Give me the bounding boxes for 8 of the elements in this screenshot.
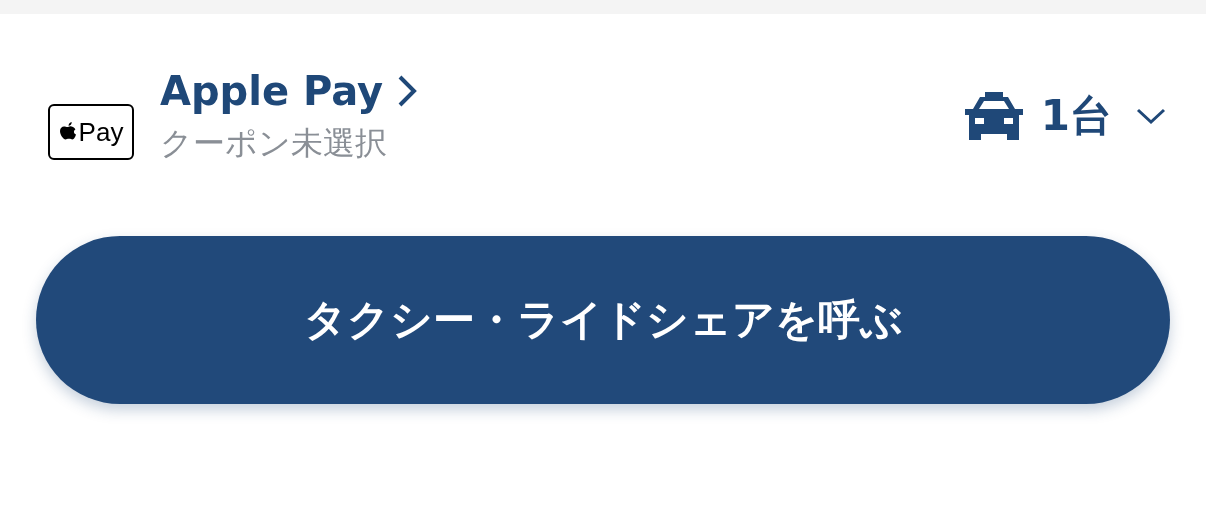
apple-icon bbox=[58, 121, 77, 143]
badge-text: Pay bbox=[78, 116, 124, 148]
chevron-right-icon bbox=[397, 74, 418, 108]
coupon-status: クーポン未選択 bbox=[160, 123, 388, 164]
vehicle-count-selector[interactable]: 1台 bbox=[960, 88, 1166, 144]
payment-method-link[interactable]: Apple Pay bbox=[160, 68, 418, 114]
chevron-down-icon bbox=[1136, 107, 1166, 125]
call-taxi-button[interactable]: タクシー・ライドシェアを呼ぶ bbox=[36, 236, 1170, 404]
